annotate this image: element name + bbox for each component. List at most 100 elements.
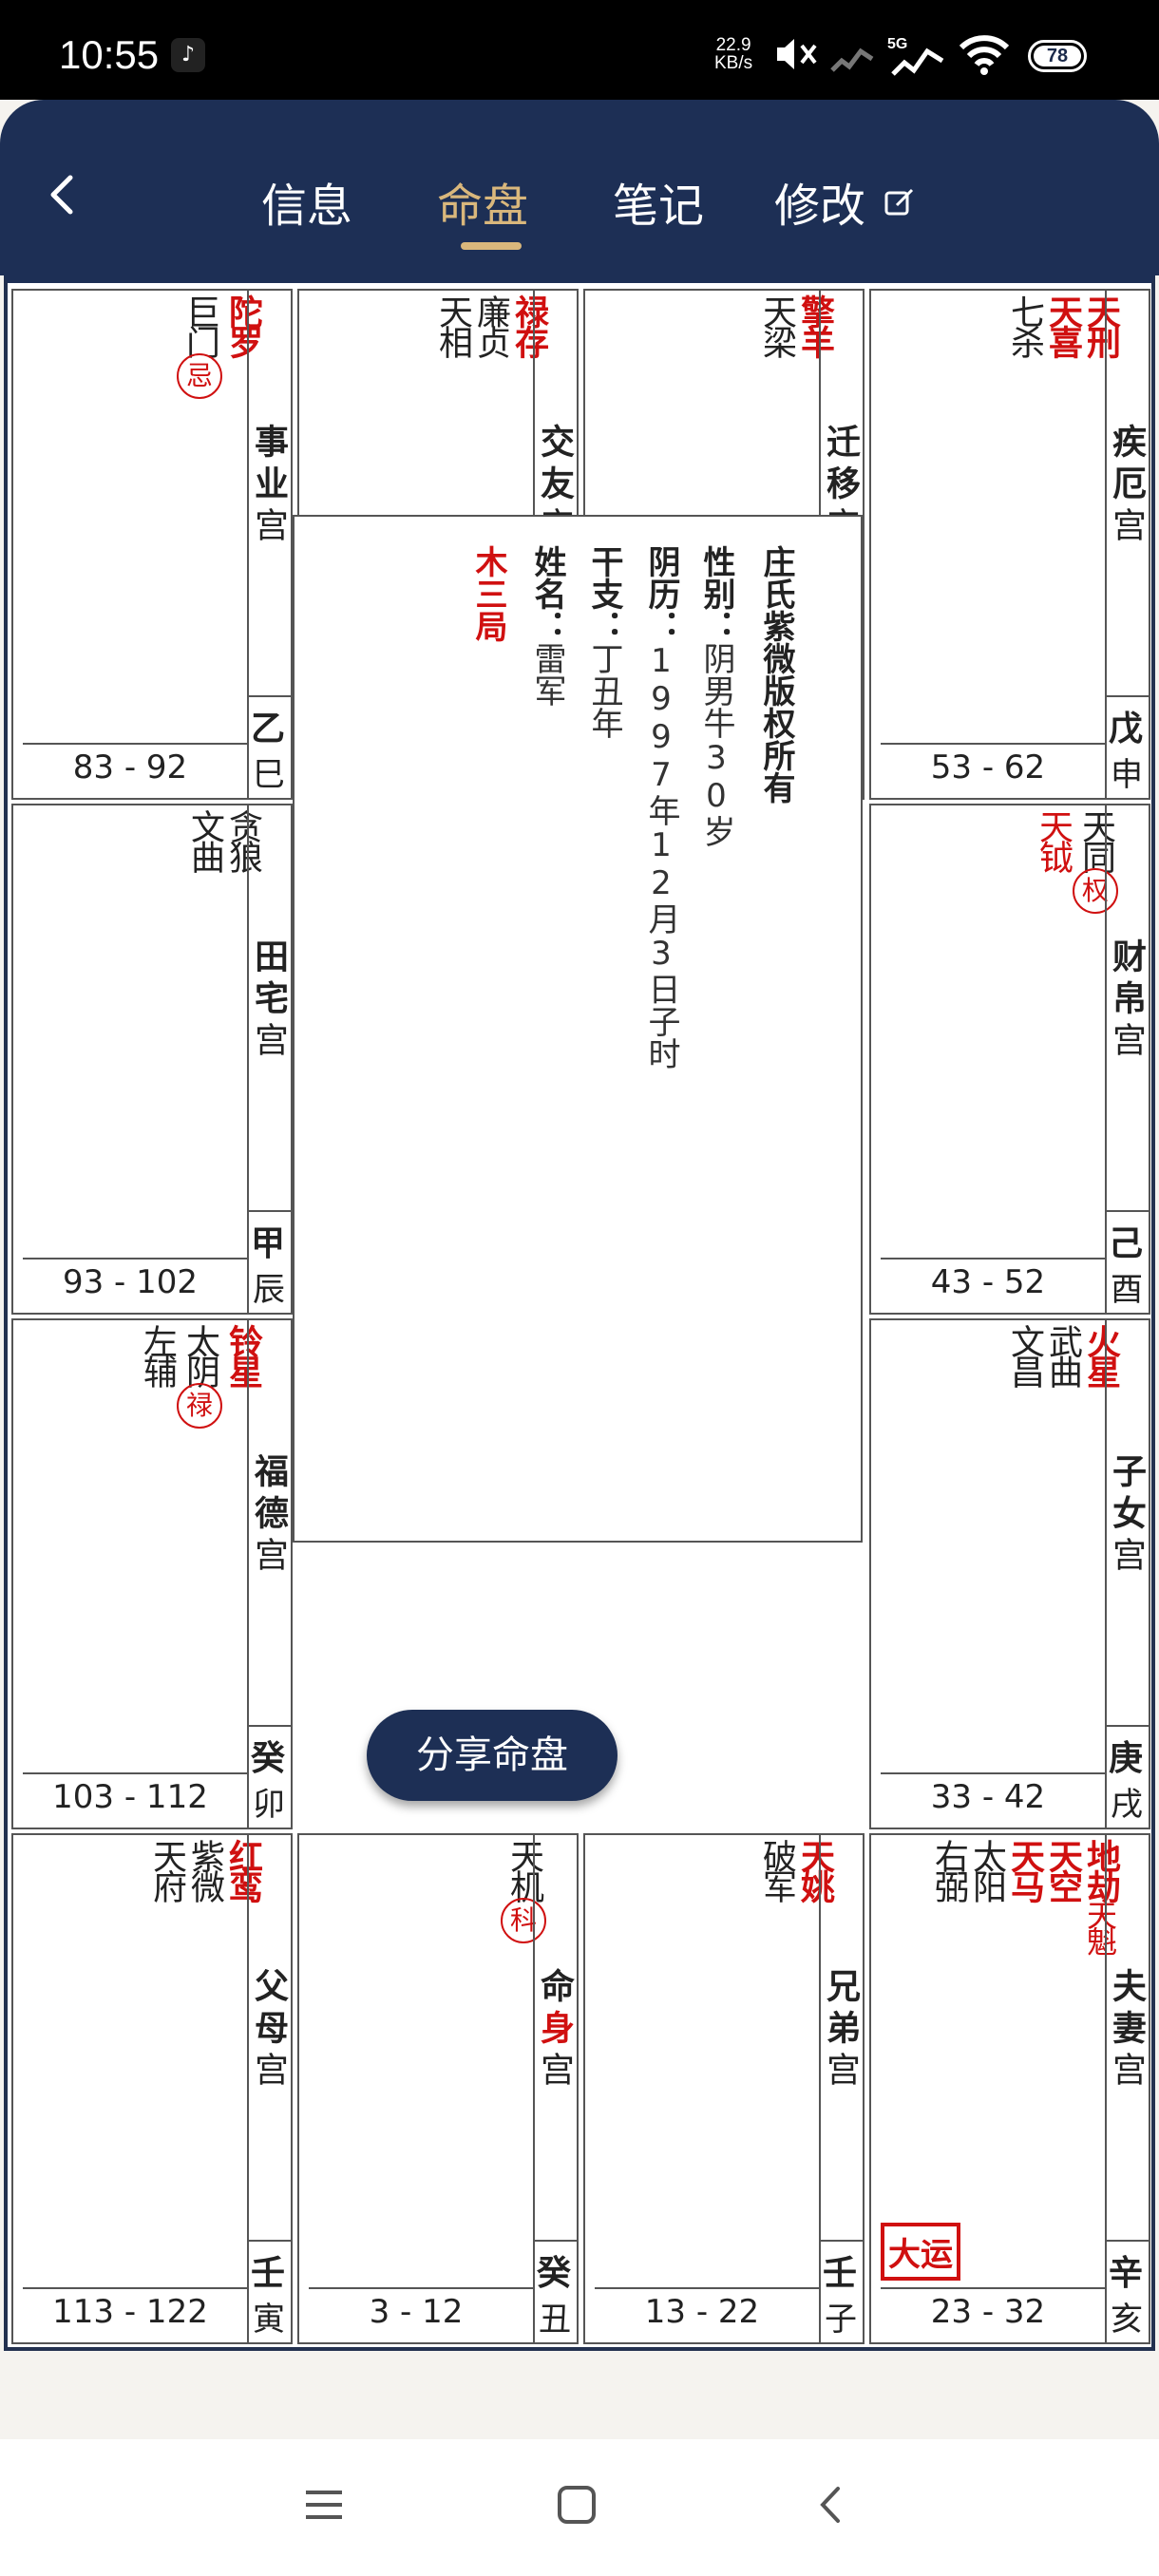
palace-label: 福德 (249, 1453, 288, 1537)
age-range: 3 - 12 (369, 2293, 464, 2331)
heavenly-stem: 庚 (1108, 1739, 1143, 1778)
palace-label: 命 (535, 1968, 574, 2010)
palace-label: 父母 (249, 1968, 288, 2052)
palace-cell-chen[interactable]: 贪狼 文曲 田宅宫甲辰 93 - 102 (11, 804, 293, 1315)
divider (1105, 1725, 1149, 1727)
tiktok-icon: ♪ (171, 38, 205, 72)
star-list: 天刑 天喜 七杀 (1005, 294, 1120, 355)
star-name: 太阳 (967, 1839, 1006, 1900)
age-range: 43 - 52 (930, 1263, 1046, 1301)
star-name: 太阴 (180, 1324, 219, 1385)
lunar-value: 1997年12月3日子时 (642, 642, 680, 1070)
age-range: 13 - 22 (644, 2293, 760, 2331)
nav-back-icon[interactable] (809, 2483, 853, 2527)
name-value: 雷军 (528, 642, 566, 707)
palace-suffix: 宫 (1107, 507, 1146, 549)
palace-cell-zi[interactable]: 天姚 破军 兄弟宫壬子 13 - 22 (583, 1833, 864, 2344)
edit-icon[interactable] (884, 186, 916, 218)
star-column: 文曲 (185, 809, 224, 870)
star-name: 天府 (147, 1839, 186, 1900)
age-range: 103 - 112 (52, 1778, 208, 1816)
star-list: 铃星 太阴禄左辅 (138, 1324, 262, 1429)
tab-chart[interactable]: 命盘 (437, 168, 528, 235)
age-range: 23 - 32 (930, 2293, 1046, 2331)
star-name: 天钺 (1034, 809, 1073, 870)
divider (23, 1772, 247, 1774)
active-tab-indicator (461, 242, 522, 250)
status-time: 10:55 (59, 32, 160, 77)
age-range: 113 - 122 (52, 2293, 208, 2331)
star-column: 武曲 (1043, 1324, 1082, 1385)
palace-suffix: 宫 (249, 1022, 288, 1064)
tab-info[interactable]: 信息 (261, 168, 352, 235)
transformation-mark: 忌 (177, 353, 222, 399)
palace-cell-yin[interactable]: 红鸾 紫微 天府 父母宫壬寅 113 - 122 (11, 1833, 293, 2344)
home-icon[interactable] (555, 2483, 598, 2527)
palace-label: 兄弟 (821, 1968, 860, 2052)
palace-name: 田宅宫 (249, 938, 288, 1064)
palace-name: 子女宫 (1107, 1453, 1146, 1579)
star-name: 紫微 (185, 1839, 224, 1900)
palace-suffix: 宫 (1107, 1022, 1146, 1064)
star-list: 火星 武曲 文昌 (1005, 1324, 1120, 1385)
signal-weak-icon (830, 47, 874, 72)
star-column: 天喜 (1043, 294, 1082, 355)
palace-label: 财帛 (1107, 938, 1146, 1022)
divider (881, 1258, 1105, 1260)
palace-cell-chou[interactable]: 天机科命身宫癸丑 3 - 12 (297, 1833, 579, 2344)
star-name: 右弼 (929, 1839, 968, 1900)
divider (533, 2240, 577, 2242)
age-range: 33 - 42 (930, 1778, 1046, 1816)
palace-name: 夫妻宫 (1107, 1968, 1146, 2093)
palace-cell-si[interactable]: 陀罗 巨门忌事业宫乙巳 83 - 92 (11, 289, 293, 800)
copyright-text: 庄氏紫微版权所有 (757, 545, 795, 804)
period-badge: 大运 (881, 2223, 960, 2281)
heavenly-stem: 壬 (822, 2254, 857, 2293)
palace-name: 福德宫 (249, 1453, 288, 1579)
star-name: 巨门 (180, 294, 219, 355)
share-chart-button[interactable]: 分享命盘 (367, 1710, 618, 1801)
star-name: 破军 (757, 1839, 796, 1900)
palace-cell-xu[interactable]: 火星 武曲 文昌 子女宫庚戌 33 - 42 (869, 1318, 1150, 1829)
menu-icon[interactable] (302, 2483, 346, 2527)
palace-suffix: 宫 (821, 2052, 860, 2093)
star-column: 破军 (757, 1839, 796, 1900)
speed-unit: KB/s (714, 53, 753, 73)
age-range: 93 - 102 (62, 1263, 199, 1301)
star-column: 天马 (1005, 1839, 1044, 1953)
star-column: 天相 (433, 294, 472, 355)
tab-edit[interactable]: 修改 (774, 168, 865, 235)
star-name: 七杀 (1005, 294, 1044, 355)
earthly-branch: 亥 (1111, 2301, 1143, 2339)
star-name: 天喜 (1043, 294, 1082, 355)
palace-label: 夫妻 (1107, 1968, 1146, 2052)
divider (881, 2287, 1105, 2289)
heavenly-stem: 辛 (1108, 2254, 1143, 2293)
palace-name: 事业宫 (249, 424, 288, 549)
gender-value: 阴男牛30岁 (697, 642, 735, 847)
star-column: 太阳 (967, 1839, 1006, 1953)
palace-cell-you[interactable]: 天同权天钺 财帛宫己酉 43 - 52 (869, 804, 1150, 1315)
divider (881, 1772, 1105, 1774)
earthly-branch: 丑 (539, 2301, 571, 2339)
ganzhi-label: 干支： (585, 545, 623, 642)
palace-cell-shen[interactable]: 天刑 天喜 七杀 疾厄宫戊申 53 - 62 (869, 289, 1150, 800)
divider (595, 2287, 819, 2289)
star-column: 天府 (147, 1839, 186, 1900)
heavenly-stem: 癸 (536, 2254, 571, 2293)
age-range: 83 - 92 (72, 748, 188, 786)
back-button[interactable] (36, 166, 93, 223)
tab-notes[interactable]: 笔记 (613, 168, 704, 235)
palace-label: 迁移 (821, 424, 860, 507)
speed-value: 22.9 (715, 35, 751, 55)
earthly-branch: 子 (825, 2301, 857, 2339)
name-row: 姓名：雷军 (528, 545, 566, 707)
star-column: 巨门忌 (177, 294, 222, 399)
star-name: 左辅 (138, 1324, 177, 1385)
star-name: 天空 (1043, 1839, 1082, 1900)
palace-cell-hai[interactable]: 地劫 天魁 天空 天马 太阳 右弼 夫妻宫辛亥 23 - 32 大运 (869, 1833, 1150, 2344)
earthly-branch: 酉 (1111, 1271, 1143, 1309)
divider (23, 743, 247, 745)
palace-cell-mao[interactable]: 铃星 太阴禄左辅 福德宫癸卯 103 - 112 (11, 1318, 293, 1829)
palace-label: 田宅 (249, 938, 288, 1022)
